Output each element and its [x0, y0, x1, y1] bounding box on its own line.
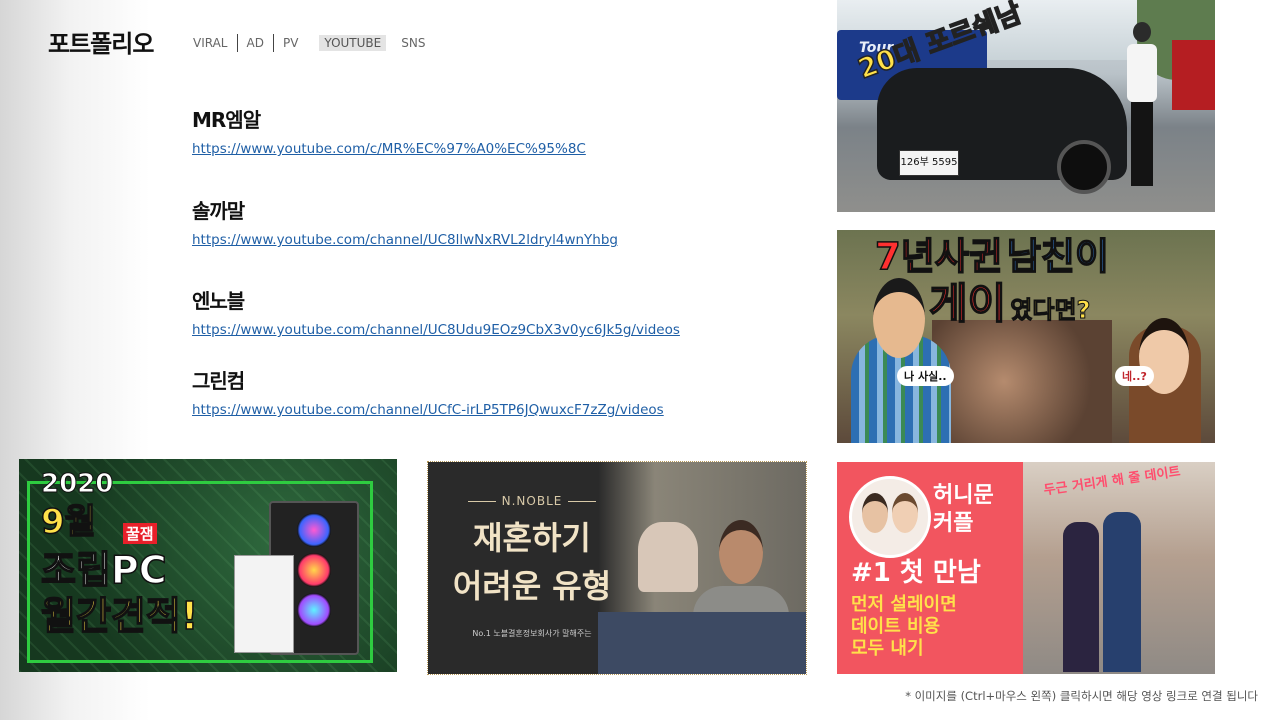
caption-badge: 꿀잼 — [123, 523, 157, 544]
tab-viral[interactable]: VIRAL — [188, 35, 233, 51]
person-shape — [1127, 22, 1157, 190]
speech-bubble: 나 사실.. — [897, 366, 954, 386]
footer-note: * 이미지를 (Ctrl+마우스 왼쪽) 클릭하시면 해당 영상 링크로 연결 … — [905, 689, 1258, 703]
caption-month: 9월 — [40, 502, 96, 542]
tab-pv[interactable]: PV — [278, 35, 303, 51]
caption-year: 2020 — [40, 469, 114, 499]
caption-line: 월간견적! — [40, 594, 199, 638]
person-shape — [1063, 522, 1099, 672]
channel-link[interactable]: https://www.youtube.com/channel/UC8llwNx… — [192, 232, 618, 248]
street-photo: 두근 거리게 해 줄 데이트 — [1023, 462, 1215, 674]
caption-part: 였다면? — [1010, 296, 1091, 324]
channel-item: MR엠알 https://www.youtube.com/c/MR%EC%97%… — [192, 104, 586, 157]
caption-line: 허니문 — [933, 483, 994, 508]
thumbnail-couple[interactable]: 7년사귄 남친이 게이 였다면? 나 사실.. 네..? — [837, 230, 1215, 443]
caption-part: 남친이 — [1006, 235, 1110, 278]
channel-link[interactable]: https://www.youtube.com/channel/UCfC-irL… — [192, 402, 664, 418]
kiss-scene-shape — [932, 320, 1112, 443]
caption-line: #1 첫 만남 — [851, 558, 981, 588]
caption-sub: No.1 노블결혼정보회사가 말해주는 — [472, 629, 592, 638]
caption-line: 어려운 유형 — [452, 567, 612, 605]
tab-youtube[interactable]: YOUTUBE — [319, 35, 387, 51]
channel-item: 엔노블 https://www.youtube.com/channel/UC8U… — [192, 285, 680, 338]
sign-text: 두근 거리게 해 줄 데이트 — [1042, 464, 1182, 499]
channel-item: 솔까말 https://www.youtube.com/channel/UC8l… — [192, 195, 618, 248]
channel-link[interactable]: https://www.youtube.com/channel/UC8Udu9E… — [192, 322, 680, 338]
wheel-shape — [1057, 140, 1111, 194]
channel-link[interactable]: https://www.youtube.com/c/MR%EC%97%A0%EC… — [192, 141, 586, 157]
tab-ad[interactable]: AD — [242, 35, 269, 51]
caption-line: 커플 — [933, 511, 974, 536]
brand-label: N.NOBLE — [456, 494, 608, 508]
avatar — [849, 476, 931, 558]
caption-line: 데이트 비용 — [851, 616, 941, 637]
channel-name: 솔까말 — [192, 199, 245, 223]
license-plate: 126부 5595 — [899, 150, 959, 176]
channel-name: 그린컴 — [192, 369, 245, 393]
category-tabs: VIRAL AD PV YOUTUBE SNS — [188, 33, 432, 53]
thumbnail-noble[interactable]: N.NOBLE 재혼하기 어려운 유형 No.1 노블결혼정보회사가 말해주는 — [427, 461, 807, 675]
blanket-shape — [598, 612, 806, 674]
thumbnail-caption: 게이 였다면? — [928, 279, 1091, 328]
brand-text: N.NOBLE — [501, 494, 563, 508]
channel-name: 엔노블 — [192, 289, 245, 313]
tab-sns[interactable]: SNS — [396, 35, 430, 51]
page-title: 포트폴리오 — [48, 30, 154, 58]
caption-line: 조립PC — [40, 548, 167, 592]
thumbnail-pc[interactable]: 2020 9월 꿀잼 조립PC 월간견적! — [19, 459, 397, 672]
channel-name: MR엠알 — [192, 108, 261, 132]
caption-part: 7년사귄 — [874, 235, 1003, 278]
caption-part: 게이 — [928, 279, 1007, 328]
thumbnail-porsche[interactable]: Tour 126부 5595 20대 포르쉐남 — [837, 0, 1215, 212]
caption-line: 재혼하기 — [473, 519, 591, 557]
white-case-shape — [234, 555, 294, 653]
man-head-shape — [873, 278, 925, 358]
tab-divider — [236, 34, 238, 52]
thumbnail-honeymoon[interactable]: 두근 거리게 해 줄 데이트 허니문 커플 #1 첫 만남 먼저 설레이면 데이… — [837, 462, 1215, 674]
speech-bubble: 네..? — [1115, 366, 1154, 386]
thumbnail-caption: 7년사귄 남친이 — [874, 235, 1110, 278]
caption-line: 모두 내기 — [851, 638, 924, 659]
woman-shape — [638, 522, 698, 592]
bus-shape — [1172, 40, 1215, 110]
channel-item: 그린컴 https://www.youtube.com/channel/UCfC… — [192, 365, 664, 418]
caption-line: 먼저 설레이면 — [851, 594, 957, 615]
person-shape — [1103, 512, 1141, 672]
tab-divider — [272, 34, 274, 52]
